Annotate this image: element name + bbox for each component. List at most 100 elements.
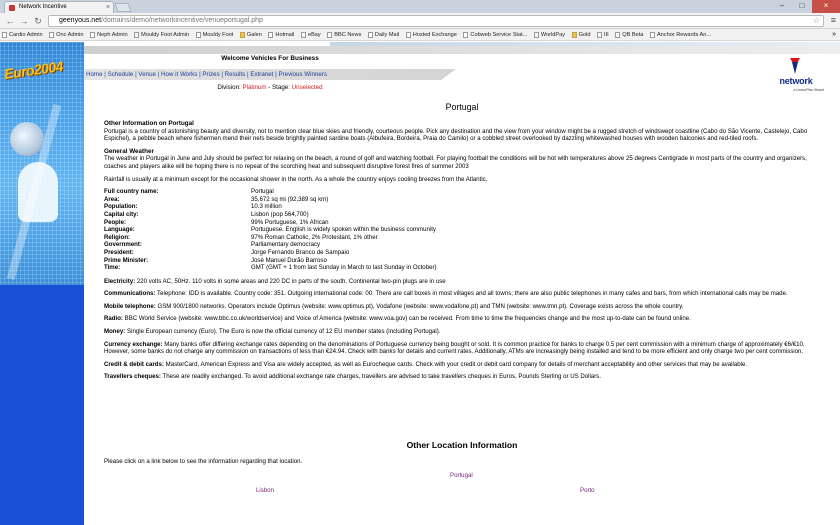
back-icon[interactable]: ← xyxy=(4,15,16,27)
bookmark-star-icon[interactable]: ☆ xyxy=(813,16,820,26)
bookmark-item[interactable]: Daily Mail xyxy=(366,29,402,40)
communications-info: Communications: Telephone: IDD is availa… xyxy=(104,290,822,298)
nav-venue[interactable]: Venue xyxy=(138,71,156,78)
bookmark-label: Hotmail xyxy=(275,32,295,38)
welcome-text: Welcome Vehicles For Business xyxy=(221,55,319,62)
para-label: Credit & debit cards: xyxy=(104,360,164,368)
player-image xyxy=(18,162,58,222)
network-tagline: a LeasePlan Brand xyxy=(793,88,824,92)
network-logo: network a LeasePlan Brand xyxy=(768,58,824,98)
browser-toolbar: ← → ↻ geenyous.net/domains/demo/networki… xyxy=(0,13,840,29)
worldpay-icon xyxy=(533,32,539,38)
bookmark-item[interactable]: WorldPay xyxy=(532,29,568,40)
site-favicon-icon xyxy=(9,5,15,11)
fact-label: Religion: xyxy=(104,233,131,241)
fact-value: 99% Portuguese, 1% African xyxy=(251,218,329,226)
page: Euro2004 Welcome Vehicles For Business H… xyxy=(0,42,840,525)
bookmark-item[interactable]: Onc Admin xyxy=(47,29,86,40)
bookmark-item[interactable]: Gold xyxy=(570,29,594,40)
fact-value: 35,672 sq mi (92,389 sq km) xyxy=(251,195,329,203)
money-info: Money: Single European currency (Euro). … xyxy=(104,328,822,336)
bookmark-item[interactable]: Galen xyxy=(238,29,265,40)
nav-prizes[interactable]: Prizes xyxy=(202,71,219,78)
location-link-lisbon[interactable]: Lisbon xyxy=(256,487,274,495)
browser-menu-icon[interactable]: ≡ xyxy=(831,15,836,25)
para-label: Mobile telephone: xyxy=(104,302,156,310)
nav-previous-winners[interactable]: Previous Winners xyxy=(278,71,327,78)
football-image xyxy=(10,122,44,156)
bbc-icon xyxy=(327,32,333,38)
fact-value: Parliamentary democracy xyxy=(251,241,321,249)
nav-results[interactable]: Results xyxy=(225,71,246,78)
division-label: Division: xyxy=(217,84,241,91)
reload-icon[interactable]: ↻ xyxy=(32,15,44,27)
page-icon xyxy=(134,32,140,38)
currency-exchange-info: Currency exchange: Many banks offer diff… xyxy=(104,341,822,356)
nav-extranet[interactable]: Extranet xyxy=(250,71,273,78)
location-link-portugal[interactable]: Portugal xyxy=(450,472,473,480)
other-location-heading: Other Location Information xyxy=(406,440,518,450)
fact-label: Time: xyxy=(104,264,121,272)
page-icon xyxy=(405,32,411,38)
fact-value: José Manuel Durão Barroso xyxy=(251,256,327,264)
bookmark-item[interactable]: Cardio Admin xyxy=(0,29,46,40)
other-info-text: Portugal is a country of astonishing bea… xyxy=(104,127,808,143)
minimize-icon[interactable]: – xyxy=(772,0,792,13)
para-text: MasterCard, American Express and Visa ar… xyxy=(163,360,748,368)
tab-close-icon[interactable]: × xyxy=(106,2,110,13)
bookmark-label: Mouldy Foot Admin xyxy=(141,32,190,38)
address-bar[interactable]: geenyous.net/domains/demo/networkincenti… xyxy=(48,15,824,27)
nav-home[interactable]: Home xyxy=(86,71,103,78)
bookmark-item[interactable]: Mouldy Foot Admin xyxy=(132,29,192,40)
fact-label: Government: xyxy=(104,241,142,249)
bookmark-item[interactable]: BBC News xyxy=(325,29,364,40)
para-text: 220 volts AC, 50Hz. 110 volts in some ar… xyxy=(135,277,446,285)
folder-icon xyxy=(239,32,245,38)
para-label: Currency exchange: xyxy=(104,340,163,348)
bookmark-item[interactable]: Neph Admin xyxy=(88,29,130,40)
browser-tab[interactable]: Network Incentive × xyxy=(4,1,114,13)
bookmark-item[interactable]: Mouldy Foot xyxy=(194,29,237,40)
new-tab-button[interactable] xyxy=(114,3,132,12)
bookmark-item[interactable]: eBay xyxy=(299,29,324,40)
ebay-icon xyxy=(300,32,306,38)
fact-label: Prime Minister: xyxy=(104,256,149,264)
maximize-icon[interactable]: □ xyxy=(792,0,812,13)
electricity-info: Electricity: 220 volts AC, 50Hz. 110 vol… xyxy=(104,278,822,286)
stage-label: - Stage: xyxy=(266,84,290,91)
bookmark-item[interactable]: QB Beta xyxy=(613,29,646,40)
window-close-icon[interactable]: × xyxy=(812,0,840,13)
fact-value: 97% Roman Catholic, 2% Protestant, 1% ot… xyxy=(251,233,378,241)
url-host: geenyous.net xyxy=(59,17,102,24)
bookmark-label: Galen xyxy=(246,32,262,38)
mobile-info: Mobile telephone: GSM 900/1800 networks.… xyxy=(104,303,822,311)
fact-label: Language: xyxy=(104,226,135,234)
para-label: Travellers cheques: xyxy=(104,373,161,381)
hotmail-icon xyxy=(268,32,274,38)
bookmark-label: WorldPay xyxy=(540,32,566,38)
para-text: These are readily exchanged. To avoid ad… xyxy=(160,373,602,381)
para-text: Many banks offer differing exchange rate… xyxy=(104,340,805,356)
forward-icon[interactable]: → xyxy=(18,15,30,27)
bookmark-item[interactable]: Anchor Rewards An... xyxy=(648,29,714,40)
page-icon xyxy=(90,32,96,38)
bookmark-item[interactable]: Hotmail xyxy=(266,29,297,40)
network-mark-icon xyxy=(790,58,800,74)
fact-label: Capital city: xyxy=(104,210,139,218)
bookmark-item[interactable]: III xyxy=(595,29,612,40)
bookmark-item[interactable]: Hosted Exchange xyxy=(404,29,460,40)
bookmark-label: Hosted Exchange xyxy=(412,32,457,38)
fact-value: 10.3 million xyxy=(251,203,282,211)
division-stage-line: Division: Platinum - Stage: Unselected xyxy=(84,84,456,92)
fact-value: Jorge Fernando Branco de Sampaio xyxy=(251,248,350,256)
fact-value: Lisbon (pop 564,700) xyxy=(251,210,309,218)
nav-schedule[interactable]: Schedule xyxy=(108,71,134,78)
fact-label: Population: xyxy=(104,203,138,211)
bookmark-label: QB Beta xyxy=(622,32,644,38)
bookmark-item[interactable]: Cobweb Service Stat... xyxy=(461,29,530,40)
more-bookmarks-icon[interactable]: » xyxy=(832,29,836,40)
bookmark-label: Neph Admin xyxy=(97,32,128,38)
nav-how-it-works[interactable]: How it Works xyxy=(161,71,197,78)
page-icon xyxy=(2,32,7,38)
location-link-porto[interactable]: Porto xyxy=(580,487,595,495)
